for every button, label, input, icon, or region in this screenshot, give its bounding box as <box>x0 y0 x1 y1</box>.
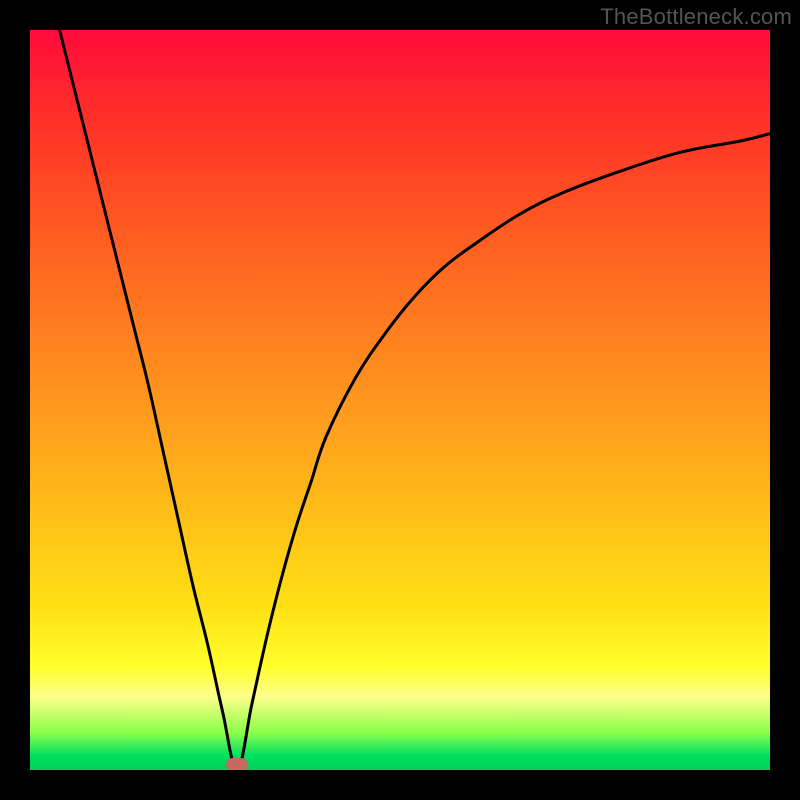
plot-area <box>30 30 770 770</box>
curve-layer <box>30 30 770 770</box>
watermark-text: TheBottleneck.com <box>600 4 792 30</box>
minimum-marker <box>226 758 248 770</box>
bottleneck-curve <box>60 30 770 770</box>
chart-frame: TheBottleneck.com <box>0 0 800 800</box>
